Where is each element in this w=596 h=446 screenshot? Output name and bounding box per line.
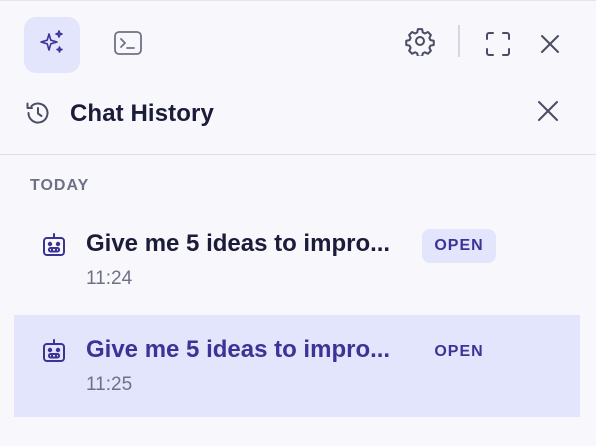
open-button[interactable]: OPEN [422,335,496,369]
chat-timestamp: 11:24 [86,268,133,289]
gear-icon [405,26,435,61]
close-icon [536,99,560,128]
close-panel-button[interactable] [534,30,566,62]
settings-button[interactable] [403,26,437,60]
terminal-mode-button[interactable] [100,17,156,73]
ai-mode-button[interactable] [24,17,80,73]
chat-history-item-active[interactable]: Give me 5 ideas to impro... 11:25 OPEN [14,315,580,417]
close-history-button[interactable] [534,99,562,127]
bot-icon [40,231,68,259]
toolbar-divider [458,25,460,57]
history-icon [24,99,52,127]
bot-icon [40,337,68,365]
chat-panel: Chat History TODAY Give me 5 ideas to im… [0,0,596,446]
chat-history-header: Chat History [0,87,596,155]
chat-title: Give me 5 ideas to impro... [86,336,391,363]
page-title: Chat History [70,100,214,127]
terminal-icon [113,28,143,63]
sparkles-icon [37,28,67,63]
fullscreen-button[interactable] [482,30,514,62]
close-icon [538,32,562,61]
fullscreen-icon [484,30,512,63]
chat-title: Give me 5 ideas to impro... [86,230,391,257]
panel-toolbar [0,1,596,87]
section-label-today: TODAY [30,177,90,194]
open-button[interactable]: OPEN [422,229,496,263]
chat-history-item[interactable]: Give me 5 ideas to impro... 11:24 OPEN [14,209,580,311]
chat-timestamp: 11:25 [86,374,133,395]
